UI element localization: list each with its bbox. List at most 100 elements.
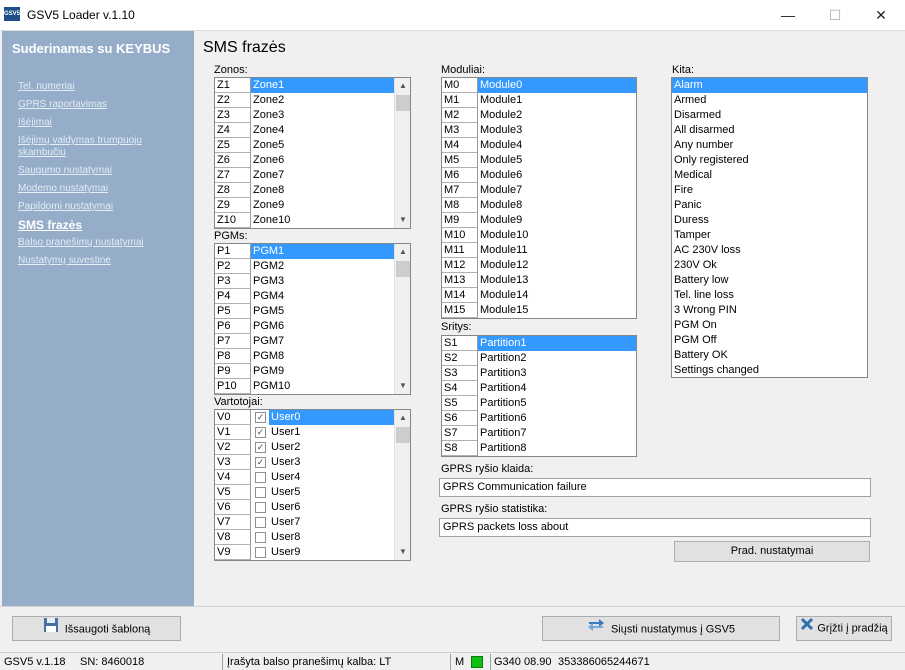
list-item-name[interactable]: PGM9: [251, 364, 395, 379]
modules-list[interactable]: M0 Module0 M1 Module1 M2 Module2 M3 Module3 M4 Mo…: [441, 77, 637, 319]
list-item-name[interactable]: User8: [269, 530, 395, 545]
list-item-name[interactable]: PGM5: [251, 304, 395, 319]
list-item-name[interactable]: Module3: [478, 123, 636, 138]
list-item[interactable]: P6 PGM6: [215, 319, 395, 334]
list-item-name[interactable]: PGM1: [251, 244, 395, 259]
list-item[interactable]: S4 Partition4: [442, 381, 636, 396]
list-item-name[interactable]: User1: [269, 425, 395, 440]
list-item-name[interactable]: User6: [269, 500, 395, 515]
list-item[interactable]: M8 Module8: [442, 198, 636, 213]
list-item-name[interactable]: Module0: [478, 78, 636, 93]
scroll-down-icon[interactable]: ▼: [395, 544, 410, 560]
list-item-name[interactable]: Module4: [478, 138, 636, 153]
list-item-name[interactable]: Zone6: [251, 153, 395, 168]
gprs-error-field[interactable]: GPRS Communication failure: [439, 478, 871, 497]
save-template-button[interactable]: Išsaugoti šabloną: [12, 616, 181, 641]
back-to-start-button[interactable]: Grįžti į pradžią: [796, 616, 892, 641]
scroll-up-icon[interactable]: ▲: [395, 410, 410, 426]
list-item-name[interactable]: Module9: [478, 213, 636, 228]
list-item-name[interactable]: PGM10: [251, 379, 395, 394]
list-item[interactable]: Z9 Zone9: [215, 198, 395, 213]
list-item[interactable]: Medical: [672, 168, 867, 183]
list-item-name[interactable]: Partition2: [478, 351, 636, 366]
list-item[interactable]: P3 PGM3: [215, 274, 395, 289]
list-item[interactable]: Z10 Zone10: [215, 213, 395, 228]
list-item[interactable]: AC 230V loss: [672, 243, 867, 258]
list-item-name[interactable]: Module1: [478, 93, 636, 108]
checkbox-icon[interactable]: [255, 487, 266, 498]
list-item[interactable]: Z7 Zone7: [215, 168, 395, 183]
list-item-name[interactable]: User0: [269, 410, 395, 425]
list-item[interactable]: M4 Module4: [442, 138, 636, 153]
list-item[interactable]: P8 PGM8: [215, 349, 395, 364]
list-item[interactable]: Z5 Zone5: [215, 138, 395, 153]
list-item-name[interactable]: PGM2: [251, 259, 395, 274]
checkbox-checked-icon[interactable]: ✓: [255, 412, 266, 423]
minimize-button[interactable]: —: [765, 0, 811, 30]
other-list[interactable]: Alarm Armed Disarmed All disarmed Any number…: [671, 77, 868, 378]
list-item-name[interactable]: Partition6: [478, 411, 636, 426]
send-settings-button[interactable]: Siųsti nustatymus į GSV5: [542, 616, 780, 641]
list-item[interactable]: P5 PGM5: [215, 304, 395, 319]
list-item[interactable]: M2 Module2: [442, 108, 636, 123]
list-item[interactable]: S5 Partition5: [442, 396, 636, 411]
defaults-button[interactable]: Prad. nustatymai: [674, 541, 870, 562]
list-item[interactable]: Alarm: [672, 78, 867, 93]
list-item[interactable]: M11 Module11: [442, 243, 636, 258]
list-item[interactable]: V4 User4: [215, 470, 395, 485]
list-item[interactable]: M12 Module12: [442, 258, 636, 273]
list-item[interactable]: V5 User5: [215, 485, 395, 500]
list-item[interactable]: M0 Module0: [442, 78, 636, 93]
list-item-name[interactable]: Module10: [478, 228, 636, 243]
list-item[interactable]: Tamper: [672, 228, 867, 243]
list-item[interactable]: PGM Off: [672, 333, 867, 348]
list-item-name[interactable]: Module15: [478, 303, 636, 318]
list-item[interactable]: S2 Partition2: [442, 351, 636, 366]
list-item[interactable]: 3 Wrong PIN: [672, 303, 867, 318]
list-item[interactable]: Panic: [672, 198, 867, 213]
list-item[interactable]: Tel. line loss: [672, 288, 867, 303]
list-item-name[interactable]: Module11: [478, 243, 636, 258]
list-item[interactable]: S6 Partition6: [442, 411, 636, 426]
close-button[interactable]: ✕: [858, 0, 904, 30]
list-item[interactable]: P9 PGM9: [215, 364, 395, 379]
zones-scrollbar[interactable]: ▲ ▼: [394, 78, 410, 228]
list-item-name[interactable]: Zone5: [251, 138, 395, 153]
list-item[interactable]: Any number: [672, 138, 867, 153]
list-item-name[interactable]: Partition8: [478, 441, 636, 456]
checkbox-checked-icon[interactable]: ✓: [255, 442, 266, 453]
list-item-name[interactable]: User7: [269, 515, 395, 530]
users-scrollbar[interactable]: ▲ ▼: [394, 410, 410, 560]
list-item[interactable]: Z4 Zone4: [215, 123, 395, 138]
sidebar-item-extra-settings[interactable]: Papildomi nustatymai: [18, 201, 188, 213]
list-item-name[interactable]: Module12: [478, 258, 636, 273]
list-item[interactable]: P7 PGM7: [215, 334, 395, 349]
checkbox-checked-icon[interactable]: ✓: [255, 457, 266, 468]
list-item-name[interactable]: Module6: [478, 168, 636, 183]
list-item-name[interactable]: Module8: [478, 198, 636, 213]
list-item[interactable]: Duress: [672, 213, 867, 228]
list-item-name[interactable]: Partition4: [478, 381, 636, 396]
list-item-name[interactable]: User5: [269, 485, 395, 500]
list-item[interactable]: Z1 Zone1: [215, 78, 395, 93]
list-item-name[interactable]: Partition1: [478, 336, 636, 351]
users-list[interactable]: V0 ✓ User0 V1 ✓ User1 V2 ✓ User2 V3 ✓ User3 V4 User4 V…: [214, 409, 411, 561]
list-item-name[interactable]: Zone7: [251, 168, 395, 183]
scroll-down-icon[interactable]: ▼: [395, 212, 410, 228]
sidebar-item-modem-settings[interactable]: Modemo nustatymai: [18, 183, 188, 195]
sidebar-item-output-control[interactable]: Išėjimų valdymas trumpuoju skambučiu: [18, 135, 168, 159]
list-item-name[interactable]: PGM3: [251, 274, 395, 289]
list-item[interactable]: M9 Module9: [442, 213, 636, 228]
list-item-name[interactable]: User3: [269, 455, 395, 470]
checkbox-icon[interactable]: [255, 502, 266, 513]
list-item[interactable]: M13 Module13: [442, 273, 636, 288]
sidebar-item-settings-summary[interactable]: Nustatymų suvestinė: [18, 255, 188, 267]
list-item-name[interactable]: Zone2: [251, 93, 395, 108]
list-item[interactable]: Z2 Zone2: [215, 93, 395, 108]
list-item[interactable]: Battery low: [672, 273, 867, 288]
list-item[interactable]: Armed: [672, 93, 867, 108]
list-item[interactable]: M3 Module3: [442, 123, 636, 138]
list-item[interactable]: V3 ✓ User3: [215, 455, 395, 470]
zones-list[interactable]: Z1 Zone1 Z2 Zone2 Z3 Zone3 Z4 Zone4 Z5 Zone5 Z6 Zon…: [214, 77, 411, 229]
pgms-scrollbar[interactable]: ▲ ▼: [394, 244, 410, 394]
